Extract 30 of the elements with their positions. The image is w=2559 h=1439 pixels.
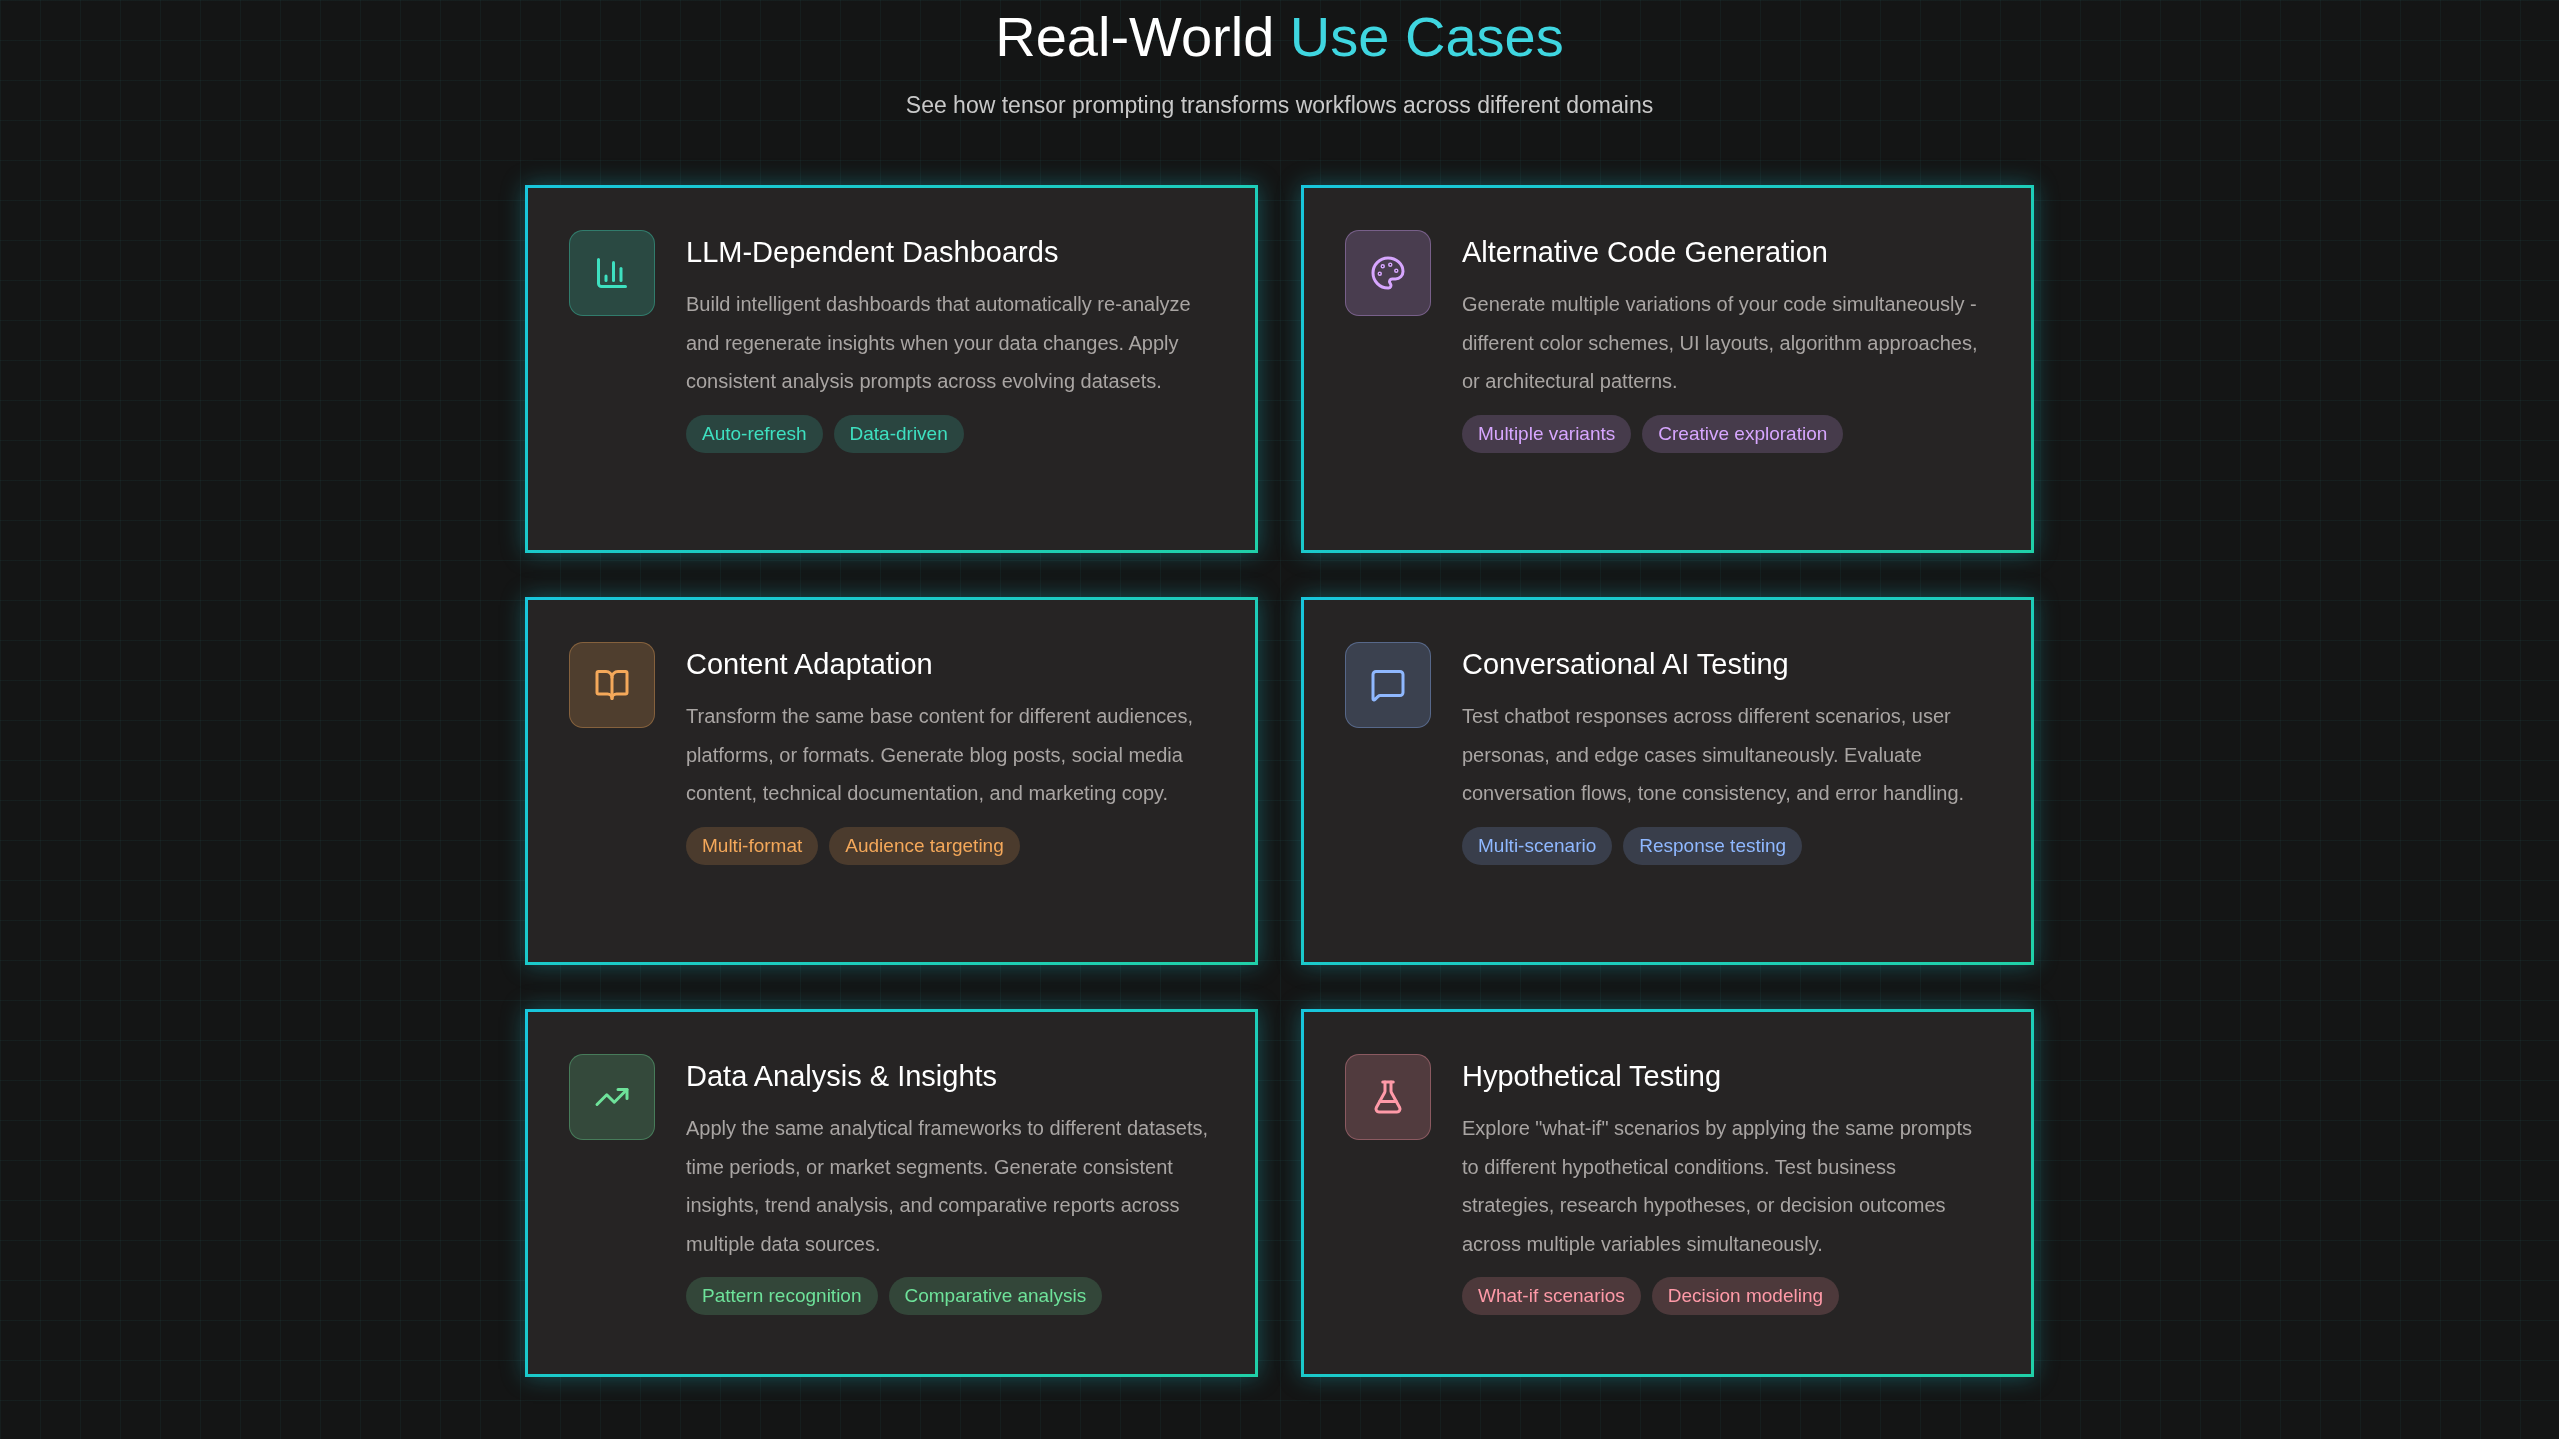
card-description: Generate multiple variations of your code simultaneously - different color schemes, UI layouts, algorithm approaches, or architectural patterns.	[1462, 292, 1979, 394]
tag: Audience targeting	[829, 826, 1020, 865]
card-description: Transform the same base content for different audiences, platforms, or formats. Generate blog posts, social media content, technical documentation, and marketing copy.	[686, 704, 1194, 806]
tag: Data-driven	[833, 414, 964, 453]
tag: Comparative analysis	[888, 1277, 1103, 1315]
card-description: Apply the same analytical frameworks to different datasets, time periods, or market segments. Generate consistent insights, trend analysis, and comparative reports across multiple data sources.	[686, 1116, 1210, 1257]
tag: Pattern recognition	[686, 1277, 878, 1315]
section-title: Real-World Use Cases	[995, 4, 1564, 70]
tag: Creative exploration	[1642, 414, 1844, 453]
card-description: Build intelligent dashboards that automatically re-analyze and regenerate insights when your data changes. Apply consistent analysis prompts across evolving datasets.	[686, 292, 1192, 394]
palette-icon	[1370, 255, 1406, 291]
book-icon	[594, 667, 630, 703]
card-description: Explore "what-if" scenarios by applying the same prompts to different hypothetical conditions. Test business strategies, research hypotheses, or decision outcomes across multiple variables simultaneously.	[1462, 1116, 1973, 1257]
chat-bubble-icon	[1370, 667, 1406, 703]
card-title: Data Analysis & Insights	[686, 1060, 998, 1093]
card-description: Test chatbot responses across different scenarios, user personas, and edge cases simultaneously. Evaluate conversation flows, tone consistency, and error handling.	[1462, 704, 1966, 806]
card-title: Content Adaptation	[686, 648, 933, 681]
tag: Response testing	[1623, 826, 1803, 865]
card-title: Hypothetical Testing	[1462, 1060, 1721, 1093]
card-title: Alternative Code Generation	[1462, 236, 1828, 269]
card-title: LLM-Dependent Dashboards	[686, 236, 1059, 269]
tag: What-if scenarios	[1462, 1277, 1641, 1315]
tag: Auto-refresh	[686, 414, 823, 453]
tag: Multi-scenario	[1462, 826, 1613, 865]
tag: Multi-format	[686, 826, 819, 865]
tag: Decision modeling	[1651, 1277, 1840, 1315]
bar-chart-icon	[594, 255, 630, 291]
card-title: Conversational AI Testing	[1462, 648, 1789, 681]
section-subtitle: See how tensor prompting transforms workflows across different domains	[905, 92, 1654, 119]
tag: Multiple variants	[1462, 414, 1632, 453]
